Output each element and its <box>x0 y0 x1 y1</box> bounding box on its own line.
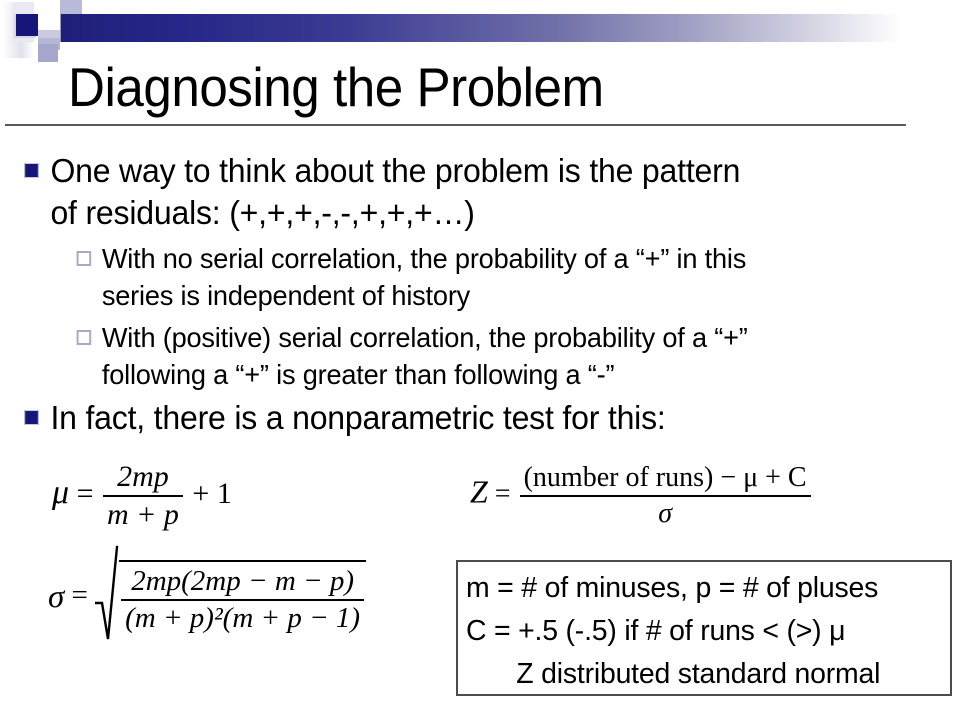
formula-z-denominator: σ <box>658 498 672 529</box>
formula-mu: μ = 2mp m + p + 1 <box>52 460 232 532</box>
formula-sigma-sqrt: 2mp(2mp − m − p) (m + p)²(m + p − 1) <box>95 545 367 640</box>
bullet-line: of residuals: (+,+,+,-,-,+,+,+…) <box>50 194 475 231</box>
formula-mu-fraction: 2mp m + p <box>103 460 183 532</box>
bullet-line: One way to think about the problem is th… <box>50 152 741 189</box>
title-divider <box>5 124 906 126</box>
bullet-item: With no serial correlation, the probabil… <box>0 240 931 314</box>
formula-sigma-lhs: σ <box>48 579 65 615</box>
bullet-item: In fact, there is a nonparametric test f… <box>0 397 931 439</box>
bullet-item: With (positive) serial correlation, the … <box>0 319 931 393</box>
ornament-square-4 <box>38 0 60 14</box>
ornament-square-7 <box>60 0 82 15</box>
formula-sigma-fraction: 2mp(2mp − m − p) (m + p)²(m + p − 1) <box>121 565 365 635</box>
bullet-line: series is independent of history <box>101 280 471 311</box>
formula-mu-trailing: + 1 <box>192 476 232 510</box>
page-title: Diagnosing the Problem <box>68 56 604 118</box>
header-ornament <box>0 0 960 62</box>
legend-line: C = +.5 (-.5) if # of runs < (>) μ <box>466 615 846 647</box>
bullet-marker-filled-square <box>24 163 39 178</box>
bullet-marker-filled-square <box>24 410 39 425</box>
formula-z-equals: = <box>494 478 511 510</box>
formula-area: μ = 2mp m + p + 1 σ = 2mp(2mp − m − p) (… <box>0 452 960 709</box>
legend-box: m = # of minuses, p = # of pluses C = +.… <box>456 560 952 696</box>
formula-z: Z = (number of runs) − μ + C σ <box>470 462 813 530</box>
bullet-item: One way to think about the problem is th… <box>0 150 931 234</box>
radical-icon <box>95 545 119 640</box>
formula-mu-numerator: 2mp <box>103 460 183 497</box>
bullet-line: With (positive) serial correlation, the … <box>101 322 748 353</box>
formula-z-numerator: (number of runs) − μ + C <box>519 462 811 497</box>
formula-sigma-equals: = <box>71 579 88 612</box>
bullet-line: In fact, there is a nonparametric test f… <box>50 399 666 436</box>
legend-line: Z distributed standard normal <box>516 658 881 690</box>
title-block: Diagnosing the Problem <box>0 55 960 126</box>
formula-z-lhs: Z <box>470 473 488 510</box>
ornament-square-navy <box>16 14 38 36</box>
formula-mu-equals: = <box>76 476 94 510</box>
slide-content: One way to think about the problem is th… <box>0 150 960 439</box>
bullet-marker-hollow-square <box>76 330 92 345</box>
formula-z-fraction: (number of runs) − μ + C σ <box>519 462 811 530</box>
formula-sigma: σ = 2mp(2mp − m − p) (m + p)²(m + p − 1) <box>48 545 367 640</box>
formula-sigma-denominator: (m + p)²(m + p − 1) <box>125 602 361 634</box>
formula-mu-denominator: m + p <box>107 498 179 531</box>
header-gradient-bar <box>61 14 901 42</box>
formula-mu-lhs: μ <box>52 473 70 511</box>
bullet-marker-hollow-square <box>76 251 92 266</box>
formula-sigma-numerator: 2mp(2mp − m − p) <box>121 565 365 601</box>
formula-sigma-radicand: 2mp(2mp − m − p) (m + p)²(m + p − 1) <box>119 560 367 635</box>
bullet-line: following a “+” is greater than followin… <box>101 359 615 390</box>
bullet-line: With no serial correlation, the probabil… <box>101 243 747 274</box>
legend-line: m = # of minuses, p = # of pluses <box>466 572 879 604</box>
